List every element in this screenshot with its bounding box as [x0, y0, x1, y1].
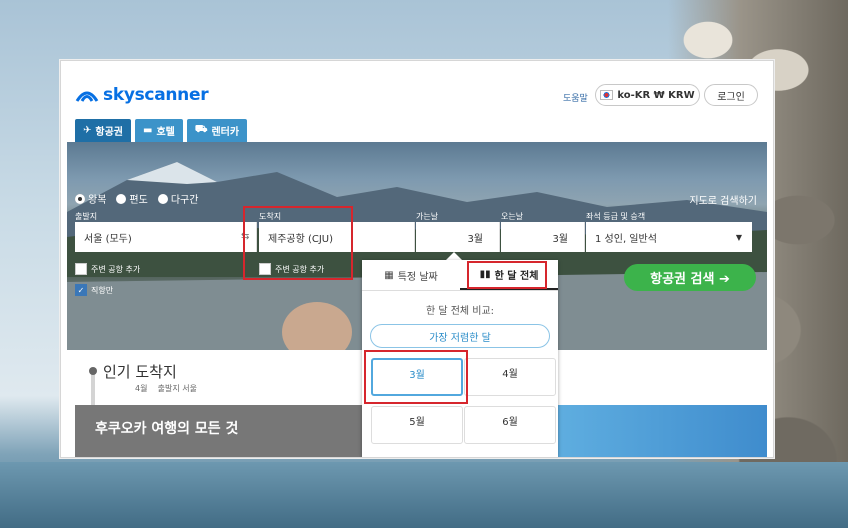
popular-month: 4월: [135, 384, 148, 393]
browser-window: skyscanner 도움말 ko-KR ₩ KRW 로그인 ✈ 항공권 ▬ 호…: [60, 60, 774, 458]
radio-round-trip-label: 왕복: [88, 195, 107, 206]
nearby-origin-checkbox[interactable]: 주변 공항 추가: [75, 263, 140, 275]
origin-label: 출발지: [75, 212, 98, 221]
destination-highlight-box: [243, 206, 353, 280]
radio-multi-city[interactable]: 다구간: [157, 191, 199, 206]
korea-flag-icon: [600, 90, 614, 100]
march-highlight-box: [364, 350, 468, 404]
direct-only-checkbox[interactable]: ✓ 직항만: [75, 284, 113, 296]
cheapest-month-button[interactable]: 가장 저렴한 달: [370, 324, 550, 348]
locale-button[interactable]: ko-KR ₩ KRW: [595, 84, 700, 106]
brand-name: skyscanner: [103, 85, 209, 105]
tab-flights[interactable]: ✈ 항공권: [75, 119, 131, 142]
depart-label: 가는날: [416, 212, 439, 221]
locale-label: ko-KR ₩ KRW: [617, 89, 695, 101]
login-button[interactable]: 로그인: [704, 84, 758, 106]
popup-arrow: [446, 252, 462, 260]
timeline-dot: [89, 367, 97, 375]
tab-car-rental[interactable]: ⛟ 렌터카: [186, 119, 248, 142]
origin-input[interactable]: 서울 (모두): [75, 222, 257, 252]
product-tabs: ✈ 항공권 ▬ 호텔 ⛟ 렌터카: [75, 119, 248, 142]
tab-hotels-label: 호텔: [156, 127, 175, 138]
cabin-passenger-value: 1 성인, 일반석: [595, 233, 657, 245]
month-option-may[interactable]: 5월: [371, 406, 463, 444]
nearby-origin-box: [75, 263, 87, 275]
tab-specific-date[interactable]: ▦ 특정 날짜: [362, 260, 460, 290]
depart-date-input[interactable]: 3월: [416, 222, 500, 252]
month-option-april[interactable]: 4월: [464, 358, 556, 396]
radio-multi-city-dot: [157, 193, 168, 204]
trip-type-selector: 왕복 편도 다구간: [75, 191, 198, 206]
popular-subtitle: 4월 출발지 서울: [135, 383, 197, 394]
check-icon: ✓: [75, 284, 87, 296]
bed-icon: ▬: [143, 125, 153, 136]
cabin-passenger-select[interactable]: 1 성인, 일반석 ▼: [586, 222, 752, 252]
whole-month-highlight-box: [467, 261, 547, 289]
destination-banner-image[interactable]: [555, 405, 767, 457]
month-option-june[interactable]: 6월: [464, 406, 556, 444]
nearby-origin-label: 주변 공항 추가: [91, 264, 141, 274]
calendar-icon: ▦: [384, 269, 394, 281]
page-content: skyscanner 도움말 ko-KR ₩ KRW 로그인 ✈ 항공권 ▬ 호…: [67, 61, 767, 457]
direct-only-label: 직항만: [91, 285, 114, 295]
popular-origin: 출발지 서울: [157, 384, 197, 393]
tab-specific-date-label: 특정 날짜: [397, 271, 438, 283]
radio-multi-city-label: 다구간: [170, 195, 199, 206]
search-flights-button[interactable]: 항공권 검색 ➔: [624, 264, 756, 291]
fukuoka-banner-title: 후쿠오카 여행의 모든 것: [95, 421, 239, 437]
cabin-label: 좌석 등급 및 승객: [586, 212, 646, 221]
radio-one-way[interactable]: 편도: [116, 191, 148, 206]
tab-hotels[interactable]: ▬ 호텔: [135, 119, 183, 142]
map-search-link[interactable]: 지도로 검색하기: [689, 192, 757, 207]
tab-car-rental-label: 렌터카: [211, 127, 240, 138]
sunrise-logo-icon: [75, 91, 99, 102]
compare-title: 한 달 전체 비교:: [425, 306, 495, 317]
help-link[interactable]: 도움말: [563, 91, 588, 104]
radio-round-trip-dot: [75, 193, 85, 204]
plane-icon: ✈: [83, 125, 92, 136]
return-label: 오는날: [501, 212, 524, 221]
car-icon: ⛟: [194, 124, 208, 135]
radio-one-way-dot: [116, 193, 127, 204]
chevron-down-icon: ▼: [735, 232, 742, 242]
return-date-input[interactable]: 3월: [501, 222, 585, 252]
background-sea: [0, 462, 848, 528]
radio-round-trip[interactable]: 왕복: [75, 191, 106, 206]
popular-destinations-title: 인기 도착지: [103, 363, 177, 381]
skyscanner-logo[interactable]: skyscanner: [75, 85, 209, 105]
radio-one-way-label: 편도: [129, 195, 148, 206]
tab-flights-label: 항공권: [95, 127, 123, 138]
